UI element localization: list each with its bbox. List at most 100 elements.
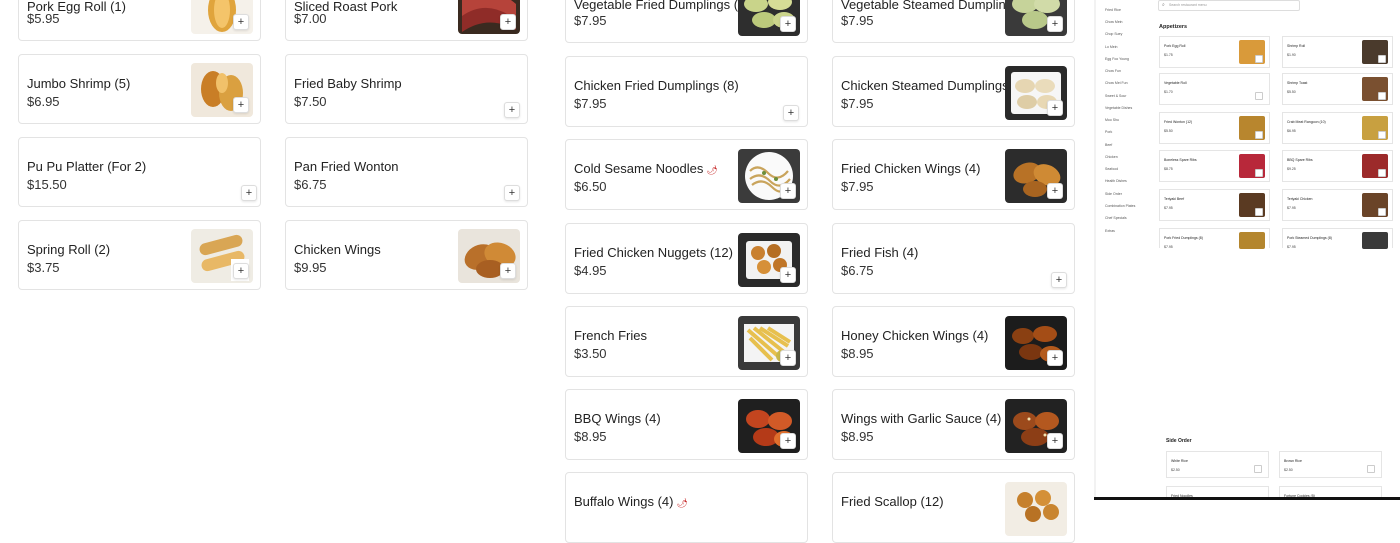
add-to-cart-button[interactable]: +: [1047, 433, 1063, 449]
mini-item-name: Shrimp Toast: [1287, 81, 1308, 85]
mini-menu-card[interactable]: Pork Fried Dumplings (8) $7.95: [1159, 228, 1270, 249]
menu-item-card[interactable]: Buffalo Wings (4) 🌶: [565, 472, 808, 543]
nav-item[interactable]: Side Order: [1105, 192, 1122, 196]
mini-item-price: $5.50: [1164, 129, 1173, 133]
mini-add-button[interactable]: [1378, 208, 1386, 216]
menu-item-card[interactable]: Cold Sesame Noodles 🌶 $6.50 +: [565, 139, 808, 210]
menu-item-card[interactable]: BBQ Wings (4) $8.95 +: [565, 389, 808, 460]
mini-menu-card[interactable]: BBQ Spare Ribs $9.25: [1282, 150, 1393, 182]
menu-item-card[interactable]: Chicken Fried Dumplings (8) $7.95 +: [565, 56, 808, 127]
mini-item-price: $2.50: [1284, 468, 1293, 472]
nav-item[interactable]: Chow Mein: [1105, 20, 1123, 24]
menu-item-card[interactable]: Fried Chicken Wings (4) $7.95 +: [832, 139, 1075, 210]
mini-item-price: $7.95: [1164, 245, 1173, 249]
nav-item[interactable]: Egg Foo Young: [1105, 57, 1129, 61]
mini-food-image: [1362, 232, 1388, 249]
menu-item-card[interactable]: Chicken Steamed Dumplings (8) $7.95 +: [832, 56, 1075, 127]
add-to-cart-button[interactable]: +: [500, 14, 516, 30]
mini-add-button[interactable]: [1378, 55, 1386, 63]
nav-item[interactable]: Chef Specials: [1105, 216, 1127, 220]
nav-item[interactable]: Chow Fun: [1105, 69, 1121, 73]
mini-item-name: Teriyaki Chicken: [1287, 197, 1313, 201]
mini-menu-card[interactable]: Brown Rice $2.50: [1279, 451, 1382, 478]
mini-menu-card[interactable]: Teriyaki Chicken $7.95: [1282, 189, 1393, 221]
add-to-cart-button[interactable]: +: [1047, 100, 1063, 116]
mini-add-button[interactable]: [1255, 92, 1263, 100]
menu-item-card[interactable]: Pork Egg Roll (1) $5.95 +: [18, 0, 261, 41]
nav-item[interactable]: Health Dishes: [1105, 179, 1127, 183]
mini-add-button[interactable]: [1378, 169, 1386, 177]
add-to-cart-button[interactable]: +: [241, 185, 257, 201]
mini-menu-card[interactable]: Vegetable Roll $1.70: [1159, 73, 1270, 105]
nav-item[interactable]: Sweet & Sour: [1105, 94, 1126, 98]
add-to-cart-button[interactable]: +: [780, 16, 796, 32]
menu-item-card[interactable]: Fried Scallop (12): [832, 472, 1075, 543]
menu-item-card[interactable]: Honey Chicken Wings (4) $8.95 +: [832, 306, 1075, 377]
menu-item-card[interactable]: Fried Baby Shrimp $7.50 +: [285, 54, 528, 124]
add-to-cart-button[interactable]: +: [1047, 350, 1063, 366]
add-to-cart-button[interactable]: +: [780, 433, 796, 449]
nav-item[interactable]: Pork: [1105, 130, 1112, 134]
add-to-cart-button[interactable]: +: [1047, 16, 1063, 32]
nav-item[interactable]: Moo Shu: [1105, 118, 1119, 122]
mini-menu-card[interactable]: Pork Egg Roll $1.75: [1159, 36, 1270, 68]
nav-item[interactable]: Fried Rice: [1105, 8, 1121, 12]
mini-add-button[interactable]: [1255, 55, 1263, 63]
nav-item[interactable]: Seafood: [1105, 167, 1118, 171]
add-to-cart-button[interactable]: +: [1047, 183, 1063, 199]
mini-menu-card[interactable]: Pork Steamed Dumplings (8) $7.95: [1282, 228, 1393, 249]
mini-menu-card[interactable]: Shrimp Roll $1.90: [1282, 36, 1393, 68]
mini-menu-card[interactable]: Teriyaki Beef $7.95: [1159, 189, 1270, 221]
menu-item-card[interactable]: Sliced Roast Pork $7.00 +: [285, 0, 528, 41]
mini-item-price: $7.95: [1287, 245, 1296, 249]
add-to-cart-button[interactable]: +: [780, 183, 796, 199]
nav-item[interactable]: Lo Mein: [1105, 45, 1117, 49]
nav-item[interactable]: Beef: [1105, 143, 1112, 147]
nav-item[interactable]: Extras: [1105, 229, 1115, 233]
add-to-cart-button[interactable]: +: [780, 267, 796, 283]
add-to-cart-button[interactable]: +: [783, 105, 799, 121]
add-to-cart-button[interactable]: +: [1051, 272, 1067, 288]
mini-add-button[interactable]: [1255, 208, 1263, 216]
mini-menu-card[interactable]: Shrimp Toast $5.50: [1282, 73, 1393, 105]
mini-menu-card[interactable]: White Rice $2.50: [1166, 451, 1269, 478]
menu-item-price: $6.95: [27, 94, 60, 109]
mini-add-button[interactable]: [1254, 465, 1262, 473]
menu-item-card[interactable]: Vegetable Fried Dumplings (8) $7.95 +: [565, 0, 808, 43]
menu-item-card[interactable]: Jumbo Shrimp (5) $6.95 +: [18, 54, 261, 124]
nav-item[interactable]: Vegetable Dishes: [1105, 106, 1132, 110]
menu-item-card[interactable]: French Fries $3.50 +: [565, 306, 808, 377]
mini-menu-card[interactable]: Boneless Spare Ribs $8.75: [1159, 150, 1270, 182]
menu-item-card[interactable]: Pu Pu Platter (For 2) $15.50 +: [18, 137, 261, 207]
mini-add-button[interactable]: [1378, 131, 1386, 139]
add-to-cart-button[interactable]: +: [780, 350, 796, 366]
nav-item[interactable]: Chop Suey: [1105, 32, 1122, 36]
mini-item-price: $5.50: [1287, 90, 1296, 94]
mini-menu-card[interactable]: Crab Meat Rangoon (10) $6.95: [1282, 112, 1393, 144]
mini-menu-card[interactable]: Fried Wonton (12) $5.50: [1159, 112, 1270, 144]
menu-item-price: $7.50: [294, 94, 327, 109]
nav-item[interactable]: Combination Plates: [1105, 204, 1135, 208]
add-to-cart-button[interactable]: +: [500, 263, 516, 279]
add-to-cart-button[interactable]: +: [233, 14, 249, 30]
mini-add-button[interactable]: [1255, 131, 1263, 139]
add-to-cart-button[interactable]: +: [504, 102, 520, 118]
add-to-cart-button[interactable]: +: [504, 185, 520, 201]
mini-add-button[interactable]: [1367, 465, 1375, 473]
menu-item-name: Buffalo Wings (4): [574, 494, 674, 509]
menu-item-price: $6.50: [574, 179, 607, 194]
menu-item-card[interactable]: Pan Fried Wonton $6.75 +: [285, 137, 528, 207]
mini-add-button[interactable]: [1378, 92, 1386, 100]
menu-item-card[interactable]: Spring Roll (2) $3.75 +: [18, 220, 261, 290]
menu-item-card[interactable]: Vegetable Steamed Dumplings (8) $7.95 +: [832, 0, 1075, 43]
menu-item-card[interactable]: Fried Chicken Nuggets (12) $4.95 +: [565, 223, 808, 294]
add-to-cart-button[interactable]: +: [233, 97, 249, 113]
add-to-cart-button[interactable]: +: [233, 263, 249, 279]
menu-item-card[interactable]: Wings with Garlic Sauce (4)🌶 $8.95 +: [832, 389, 1075, 460]
menu-item-card[interactable]: Chicken Wings $9.95 +: [285, 220, 528, 290]
search-field[interactable]: ⌕ Search restaurant menu: [1158, 0, 1300, 11]
nav-item[interactable]: Chicken: [1105, 155, 1118, 159]
nav-item[interactable]: Chow Mei Fun: [1105, 81, 1128, 85]
menu-item-card[interactable]: Fried Fish (4) $6.75 +: [832, 223, 1075, 294]
mini-add-button[interactable]: [1255, 169, 1263, 177]
